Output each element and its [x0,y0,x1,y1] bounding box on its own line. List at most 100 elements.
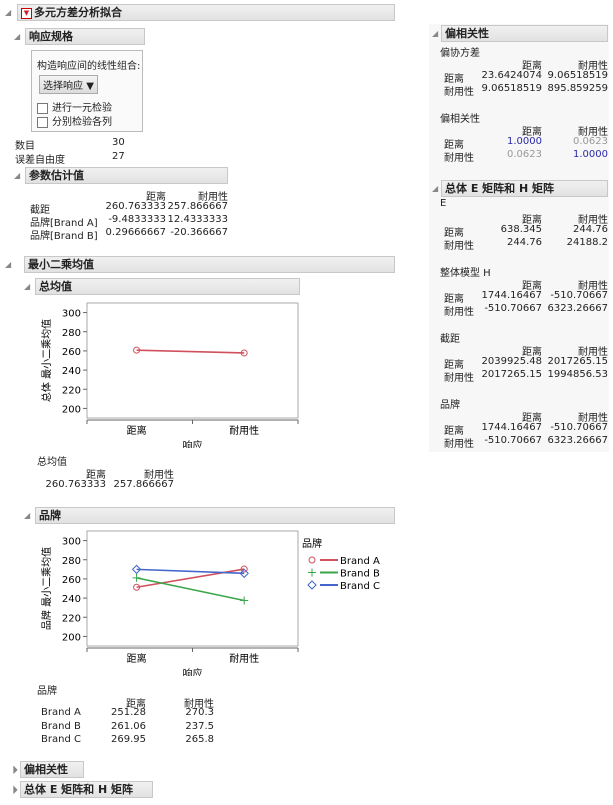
x-tick-label: 耐用性 [229,424,259,437]
brand-table-title: 品牌 [37,686,57,697]
x-axis-label: 响应 [183,439,203,448]
y-tick-label: 220 [62,385,81,396]
y-tick-label: 240 [62,366,81,377]
row-label: 耐用性 [444,240,474,252]
disclosure-icon[interactable]: ◢ [432,29,438,38]
legend-label: Brand B [340,569,380,580]
choose-response-dropdown[interactable]: 选择响应 ▼ [39,75,98,94]
y-tick-label: 200 [62,632,81,643]
cell: 260.763333 [45,479,106,490]
row-label: 耐用性 [444,86,474,98]
cell: 9.06518519 [481,82,542,94]
outline-header-manova[interactable]: ▼ 多元方差分析拟合 [17,4,395,21]
param-estimates-header[interactable]: 参数估计值 [25,167,228,184]
cell: 261.06 [111,720,146,732]
section-title: 偏相关性 [24,763,68,776]
disclosure-icon[interactable]: ◢ [14,171,20,180]
row-label: Brand B [41,720,81,732]
cell: 23.6424074 [481,70,542,81]
cell: 269.95 [111,734,146,745]
grand-mean-header[interactable]: 总均值 [35,278,300,295]
eh-matrices-header[interactable]: 总体 E 矩阵和 H 矩阵 [441,180,608,197]
y-tick-label: 260 [62,347,81,358]
section-title: 偏相关性 [445,27,489,40]
partial-corr-collapsed-header[interactable]: 偏相关性 [20,761,84,778]
row-label: 品牌[Brand B] [30,231,98,242]
cell: 237.5 [185,720,214,732]
cell: 257.866667 [167,201,228,212]
matrix-title: 品牌 [440,400,460,411]
disclosure-icon[interactable]: ◢ [5,260,11,269]
eh-matrices-collapsed-header[interactable]: 总体 E 矩阵和 H 矩阵 [20,781,153,798]
legend-marker [307,580,317,590]
univariate-tests-checkbox[interactable]: 进行一元检验 [37,99,112,114]
disclosure-icon[interactable]: ◢ [24,511,30,520]
dropdown-label: 选择响应 [43,81,83,92]
disclosure-icon[interactable]: ◢ [432,184,438,193]
disclosure-icon[interactable]: ◢ [24,282,30,291]
section-title: 参数估计值 [29,169,84,182]
cell: 265.8 [185,734,214,745]
disclosure-collapsed-icon[interactable]: ◢ [8,784,19,795]
checkbox-icon[interactable] [37,102,48,114]
cell: -510.70667 [550,422,608,433]
partial-corr-header[interactable]: 偏相关性 [441,25,608,42]
section-title: 总体 E 矩阵和 H 矩阵 [24,783,134,796]
n-value: 30 [112,137,125,148]
legend-marker [308,556,316,564]
disclosure-collapsed-icon[interactable]: ◢ [8,764,19,775]
cell: 0.0623 [573,136,608,147]
cell: 12.4333333 [167,214,228,225]
x-tick-label: 耐用性 [229,652,259,665]
legend-label: Brand A [340,556,380,567]
legend-label: Brand C [340,581,380,592]
cell: 1744.16467 [481,290,542,301]
cell: -9.4833333 [108,214,166,225]
plot-frame [86,302,299,419]
cell: 1994856.53 [547,368,608,380]
cell: 257.866667 [113,479,174,490]
cell: 0.0623 [507,148,542,160]
brand-chart: 200 220 240 260 280 300 距离 耐用性响应 品牌 最小二乘均值 Brand … [40,530,380,676]
y-tick-label: 280 [62,556,81,567]
matrix-title: 偏协方差 [440,48,480,59]
cell: 6323.26667 [547,434,608,446]
x-axis-label: 响应 [183,667,203,676]
checkbox-icon[interactable] [37,116,48,128]
disclosure-icon[interactable]: ◢ [14,32,20,41]
row-label: Brand A [41,707,81,718]
section-title: 最小二乘均值 [28,258,94,271]
cell: 260.763333 [105,201,166,212]
prompt-label: 构造响应间的线性组合: [37,61,141,72]
cell: 2017265.15 [481,368,542,380]
cell: 244.76 [507,236,542,248]
cell: 1744.16467 [481,422,542,433]
df-value: 27 [112,151,125,162]
chevron-down-icon: ▼ [86,81,94,92]
response-spec-header[interactable]: 响应规格 [25,28,145,45]
red-triangle-menu-icon[interactable]: ▼ [21,8,32,19]
cell: 1.0000 [507,136,542,147]
brand-header[interactable]: 品牌 [35,507,395,524]
cell: 2039925.48 [481,356,542,367]
y-tick-label: 220 [62,613,81,624]
disclosure-icon[interactable]: ◢ [5,8,11,17]
row-label: 耐用性 [444,372,474,384]
ls-means-header[interactable]: 最小二乘均值 [24,256,395,273]
legend-marker [308,568,316,577]
n-label: 数目 [15,141,35,152]
cell: -20.366667 [170,227,228,238]
row-label: 耐用性 [444,306,474,318]
y-tick-label: 300 [62,537,81,548]
plot-frame [86,530,299,647]
title: 多元方差分析拟合 [34,6,122,19]
y-axis-label: 品牌 最小二乘均值 [40,547,53,630]
section-title: 品牌 [39,509,61,522]
y-tick-label: 240 [62,594,81,605]
test-each-column-checkbox[interactable]: 分别检验各列 [37,113,112,128]
y-tick-label: 200 [62,404,81,415]
response-spec-box: 构造响应间的线性组合: 选择响应 ▼ 进行一元检验 分别检验各列 [31,50,143,132]
section-title: 总均值 [39,280,72,293]
legend-title: 品牌 [302,537,322,550]
cell: -510.70667 [484,302,542,314]
